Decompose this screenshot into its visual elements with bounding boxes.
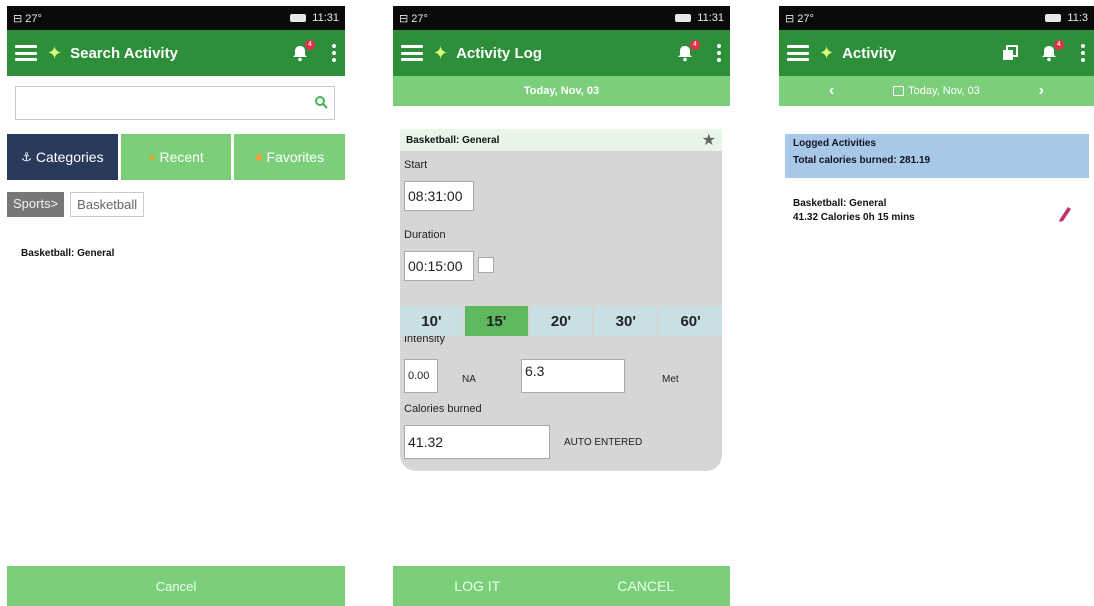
activity-name: Basketball: General [406, 134, 500, 146]
calories-label: Calories burned [404, 403, 482, 415]
logged-activities-panel: Logged Activities Total calories burned:… [785, 134, 1089, 178]
status-bar: ⊟ 27° 11:3 [779, 6, 1094, 30]
date-navigation: ‹ Today, Nov, 03 › [779, 76, 1094, 106]
tab-categories[interactable]: ⚓ Categories [7, 134, 118, 180]
start-label: Start [404, 159, 428, 171]
start-time-value: 08:31:00 [408, 188, 463, 204]
search-tabs: ⚓ Categories ● Recent ■ Favorites [7, 134, 345, 180]
battery-icon [675, 14, 692, 22]
status-left: ⊟ 27° [13, 12, 42, 25]
activity-log-screen: ⊟ 27° 11:31 ✦ Activity Log 4 Today, Nov,… [393, 6, 730, 606]
recent-icon: ● [148, 150, 156, 164]
tab-favorites-label: Favorites [266, 149, 325, 165]
cancel-button[interactable]: Cancel [7, 566, 345, 606]
calories-field[interactable]: 41.32 [404, 425, 550, 459]
calories-value: 41.32 [408, 434, 444, 450]
date-bar: Today, Nov, 03 [393, 76, 730, 106]
app-bar: ✦ Activity 4 [779, 30, 1094, 76]
duration-field[interactable]: 00:15:00 [404, 251, 474, 281]
app-bar: ✦ Activity Log 4 [393, 30, 730, 76]
breadcrumb-basketball[interactable]: Basketball [70, 192, 145, 217]
auto-entered-label: AUTO ENTERED [564, 437, 643, 448]
met-field[interactable]: 6.3 [521, 359, 625, 393]
more-options-icon[interactable] [1080, 44, 1086, 62]
log-it-button[interactable]: LOG IT [393, 566, 562, 606]
cancel-button[interactable]: CANCEL [562, 566, 731, 606]
breadcrumb: Sports> Basketball [7, 192, 145, 217]
breadcrumb-sports[interactable]: Sports> [7, 192, 65, 217]
entry-name: Basketball: General [793, 198, 887, 209]
status-left: ⊟ 27° [785, 12, 814, 25]
notification-bell-icon[interactable]: 4 [291, 40, 315, 62]
status-time: 11:3 [1067, 12, 1088, 24]
date-label: Today, Nov, 03 [908, 85, 980, 97]
list-item[interactable]: Basketball: General [21, 248, 114, 259]
duration-preset-10[interactable]: 10' [400, 306, 463, 336]
chevron-right-icon[interactable]: › [1039, 82, 1044, 100]
duration-label: Duration [404, 229, 446, 241]
battery-icon [290, 14, 307, 22]
date-label: Today, Nov, 03 [523, 85, 600, 97]
app-logo-icon: ✦ [433, 42, 449, 63]
status-left: ⊟ 27° [399, 12, 428, 25]
duration-preset-15[interactable]: 15' [464, 306, 528, 336]
start-time-field[interactable]: 08:31:00 [404, 181, 474, 211]
duration-value: 00:15:00 [408, 258, 463, 274]
notification-badge: 4 [1054, 40, 1064, 50]
page-title: Activity [842, 44, 897, 62]
menu-icon[interactable] [401, 45, 423, 61]
date-selector[interactable]: Today, Nov, 03 [893, 85, 980, 97]
met-value: 6.3 [525, 363, 545, 379]
intensity-na-label: NA [462, 374, 476, 385]
notification-bell-icon[interactable]: 4 [1040, 40, 1064, 62]
calendar-icon [893, 86, 905, 96]
intensity-field[interactable]: 0.00 [404, 359, 438, 393]
duration-presets: 10' 15' 20' 30' 60' [400, 306, 722, 336]
status-time: 11:31 [697, 12, 724, 24]
status-bar: ⊟ 27° 11:31 [7, 6, 345, 30]
page-title: Search Activity [70, 44, 178, 62]
list-item[interactable]: Basketball: General 41.32 Calories 0h 15… [793, 198, 915, 223]
more-options-icon[interactable] [716, 44, 722, 62]
documents-icon[interactable] [1002, 45, 1018, 61]
notification-bell-icon[interactable]: 4 [676, 40, 700, 62]
more-options-icon[interactable] [331, 44, 337, 62]
favorites-icon: ■ [255, 150, 263, 164]
app-bar: ✦ Search Activity 4 [7, 30, 345, 76]
activity-screen: ⊟ 27° 11:3 ✦ Activity 4 ‹ Today, Nov, 03… [779, 6, 1094, 606]
edit-pencil-icon[interactable] [1057, 204, 1073, 227]
chevron-left-icon[interactable]: ‹ [829, 82, 834, 100]
notification-badge: 4 [305, 40, 315, 50]
menu-icon[interactable] [787, 45, 809, 61]
duration-preset-60[interactable]: 60' [659, 306, 722, 336]
favorite-star-icon[interactable]: ★ [702, 130, 716, 150]
action-bar: LOG IT CANCEL [393, 566, 730, 606]
categories-icon: ⚓ [21, 150, 32, 164]
tab-recent-label: Recent [159, 149, 204, 165]
battery-icon [1045, 14, 1062, 22]
tab-favorites[interactable]: ■ Favorites [234, 134, 345, 180]
app-logo-icon: ✦ [819, 42, 835, 63]
duration-preset-20[interactable]: 20' [529, 306, 593, 336]
status-time: 11:31 [312, 12, 339, 24]
status-bar: ⊟ 27° 11:31 [393, 6, 730, 30]
duration-picker-icon[interactable] [478, 257, 494, 273]
app-logo-icon: ✦ [47, 42, 63, 63]
logged-activities-title: Logged Activities [793, 138, 876, 149]
tab-categories-label: Categories [35, 149, 104, 165]
activity-header: Basketball: General ★ [400, 129, 722, 151]
search-icon[interactable] [314, 95, 328, 114]
search-activity-screen: ⊟ 27° 11:31 ✦ Search Activity 4 ⚓ Catego… [7, 6, 345, 606]
total-calories: Total calories burned: 281.19 [793, 155, 931, 166]
search-input[interactable] [15, 86, 335, 120]
notification-badge: 4 [690, 40, 700, 50]
page-title: Activity Log [456, 44, 542, 62]
duration-preset-30[interactable]: 30' [594, 306, 658, 336]
met-unit-label: Met [662, 374, 679, 385]
entry-detail: 41.32 Calories 0h 15 mins [793, 212, 915, 223]
menu-icon[interactable] [15, 45, 37, 61]
tab-recent[interactable]: ● Recent [120, 134, 232, 180]
intensity-value: 0.00 [408, 370, 430, 382]
